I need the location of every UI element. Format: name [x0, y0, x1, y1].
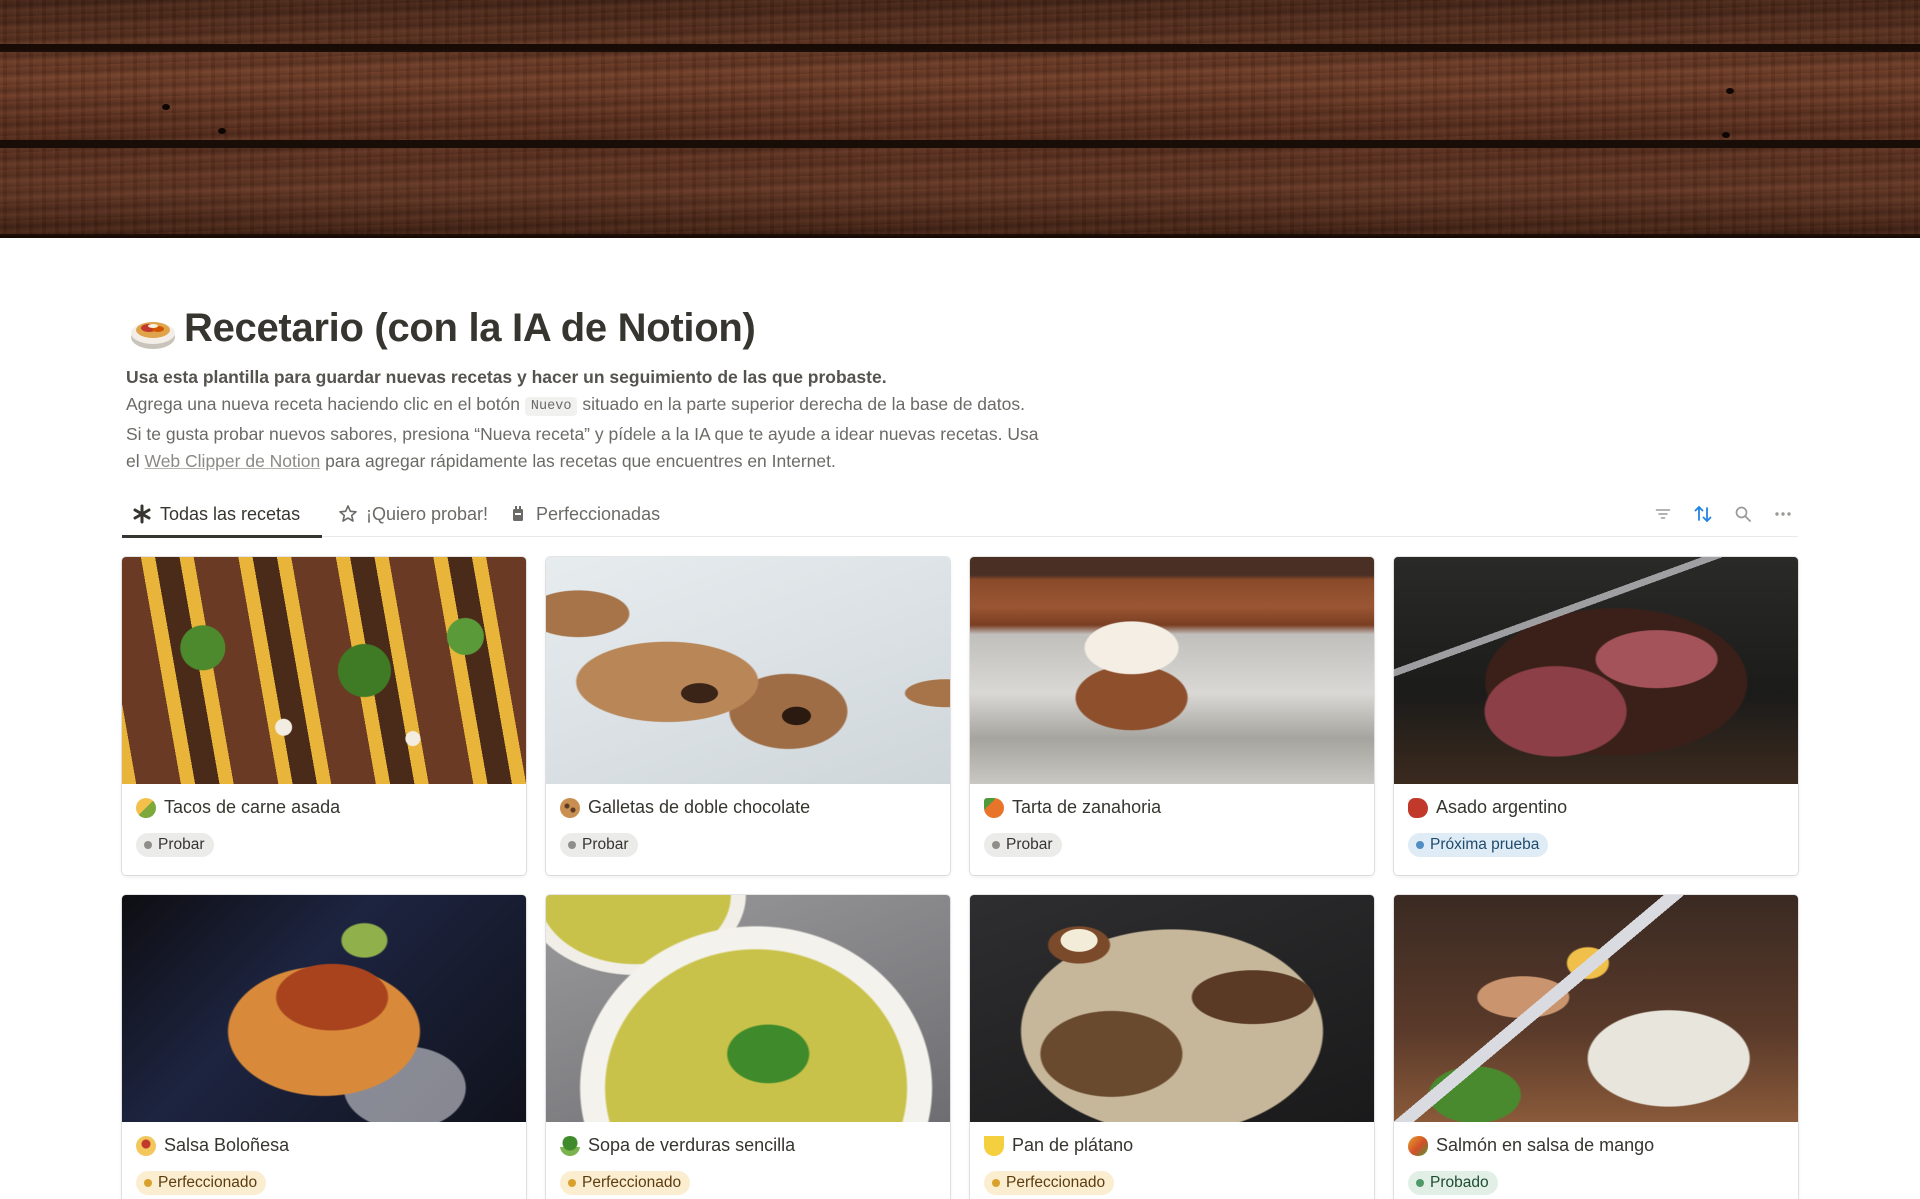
description-line-1: Usa esta plantilla para guardar nuevas r…	[126, 367, 887, 387]
tab-perfeccionadas[interactable]: Perfeccionadas	[498, 491, 670, 537]
status-dot	[144, 1179, 152, 1187]
tab-label: Perfeccionadas	[536, 503, 661, 524]
database-toolbar	[1648, 499, 1798, 529]
recipe-cover-image	[546, 557, 950, 784]
recipe-name: Pan de plátano	[1012, 1135, 1134, 1155]
description-line-4: el Web Clipper de Notion para agregar rá…	[126, 448, 1126, 475]
banana-icon	[984, 1135, 1004, 1156]
recipe-card[interactable]: Galletas de doble chocolate Probar	[546, 557, 950, 875]
spaghetti-icon	[136, 1135, 156, 1156]
recipe-cover-image	[122, 557, 526, 784]
status-badge: Perfeccionado	[136, 1171, 267, 1195]
recipe-name: Tacos de carne asada	[164, 797, 341, 817]
recipe-title: Galletas de doble chocolate	[560, 797, 810, 818]
recipe-title: Tacos de carne asada	[136, 797, 340, 818]
status-badge: Próxima prueba	[1408, 833, 1549, 857]
description-text: Agrega una nueva receta haciendo clic en…	[126, 394, 521, 414]
status-dot	[992, 1179, 1000, 1187]
status-dot	[568, 841, 576, 849]
tab-label: ¡Quiero probar!	[366, 503, 489, 524]
description-text: para agregar rápidamente las recetas que…	[325, 451, 836, 471]
sort-icon[interactable]	[1688, 499, 1718, 529]
status-label: Perfeccionado	[1006, 1174, 1106, 1191]
carrot-icon	[984, 797, 1004, 818]
status-badge: Probar	[136, 833, 214, 857]
recipe-name: Salmón en salsa de mango	[1436, 1135, 1655, 1155]
tab-label: Todas las recetas	[160, 503, 301, 524]
status-label: Probado	[1430, 1174, 1489, 1191]
recipe-name: Sopa de verduras sencilla	[588, 1135, 796, 1155]
recipe-cover-image	[970, 557, 1374, 784]
status-badge: Probar	[560, 833, 638, 857]
recipe-title: Salmón en salsa de mango	[1408, 1135, 1654, 1156]
recipe-title: Asado argentino	[1408, 797, 1567, 818]
star-icon	[338, 504, 358, 524]
page-cover	[0, 0, 1920, 238]
recipe-card[interactable]: Tarta de zanahoria Probar	[970, 557, 1374, 875]
status-badge: Perfeccionado	[984, 1171, 1115, 1195]
recipe-card[interactable]: Tacos de carne asada Probar	[122, 557, 526, 875]
status-label: Perfeccionado	[158, 1174, 258, 1191]
status-dot	[1416, 841, 1424, 849]
recipe-cover-image	[1394, 557, 1798, 784]
broccoli-icon	[560, 1135, 580, 1156]
view-tabs: Todas las recetas ¡Quiero probar! Perfec…	[122, 491, 1798, 538]
mango-icon	[1408, 1135, 1428, 1156]
taco-bowl-icon[interactable]	[126, 301, 180, 355]
status-label: Próxima prueba	[1430, 836, 1540, 853]
recipe-card[interactable]: Sopa de verduras sencilla Perfeccionado	[546, 895, 950, 1199]
cookie-icon	[560, 797, 580, 818]
recipe-card[interactable]: Asado argentino Próxima prueba	[1394, 557, 1798, 875]
status-dot	[144, 841, 152, 849]
recipe-card[interactable]: Salsa Boloñesa Perfeccionado	[122, 895, 526, 1199]
recipe-title: Pan de plátano	[984, 1135, 1133, 1156]
status-label: Probar	[1006, 836, 1053, 853]
status-dot	[1416, 1179, 1424, 1187]
inline-code-nuevo: Nuevo	[524, 397, 578, 416]
description-text: el	[126, 451, 140, 471]
web-clipper-link[interactable]: Web Clipper de Notion	[145, 451, 321, 471]
page-header: Recetario (con la IA de Notion) Usa esta…	[126, 300, 1126, 475]
taco-icon	[136, 797, 156, 818]
meat-icon	[1408, 797, 1428, 818]
recipe-cover-image	[546, 895, 950, 1122]
tab-quiero-probar[interactable]: ¡Quiero probar!	[328, 491, 498, 537]
description-line-2: Agrega una nueva receta haciendo clic en…	[126, 391, 1126, 421]
recipe-title: Salsa Boloñesa	[136, 1135, 289, 1156]
recipe-cover-image	[122, 895, 526, 1122]
recipe-cover-image	[1394, 895, 1798, 1122]
more-icon[interactable]	[1768, 499, 1798, 529]
status-badge: Probado	[1408, 1171, 1498, 1195]
page-title[interactable]: Recetario (con la IA de Notion)	[184, 306, 756, 351]
status-dot	[992, 841, 1000, 849]
asterisk-icon	[132, 504, 152, 524]
description-text: situado en la parte superior derecha de …	[582, 394, 1025, 414]
recipe-card[interactable]: Salmón en salsa de mango Probado	[1394, 895, 1798, 1199]
recipe-title: Sopa de verduras sencilla	[560, 1135, 795, 1156]
page-description: Usa esta plantilla para guardar nuevas r…	[126, 364, 1126, 475]
status-badge: Perfeccionado	[560, 1171, 691, 1195]
description-line-3: Si te gusta probar nuevos sabores, presi…	[126, 424, 1039, 444]
status-label: Perfeccionado	[582, 1174, 682, 1191]
status-dot	[568, 1179, 576, 1187]
recipe-name: Salsa Boloñesa	[164, 1135, 290, 1155]
recipe-name: Asado argentino	[1436, 797, 1568, 817]
tab-todas-las-recetas[interactable]: Todas las recetas	[122, 491, 322, 538]
status-label: Probar	[158, 836, 205, 853]
status-badge: Probar	[984, 833, 1062, 857]
recipe-name: Galletas de doble chocolate	[588, 797, 811, 817]
trophy-icon	[508, 504, 528, 524]
recipe-cover-image	[970, 895, 1374, 1122]
status-label: Probar	[582, 836, 629, 853]
filter-icon[interactable]	[1648, 499, 1678, 529]
search-icon[interactable]	[1728, 499, 1758, 529]
recipe-name: Tarta de zanahoria	[1012, 797, 1162, 817]
recipe-title: Tarta de zanahoria	[984, 797, 1161, 818]
recipe-card[interactable]: Pan de plátano Perfeccionado	[970, 895, 1374, 1199]
